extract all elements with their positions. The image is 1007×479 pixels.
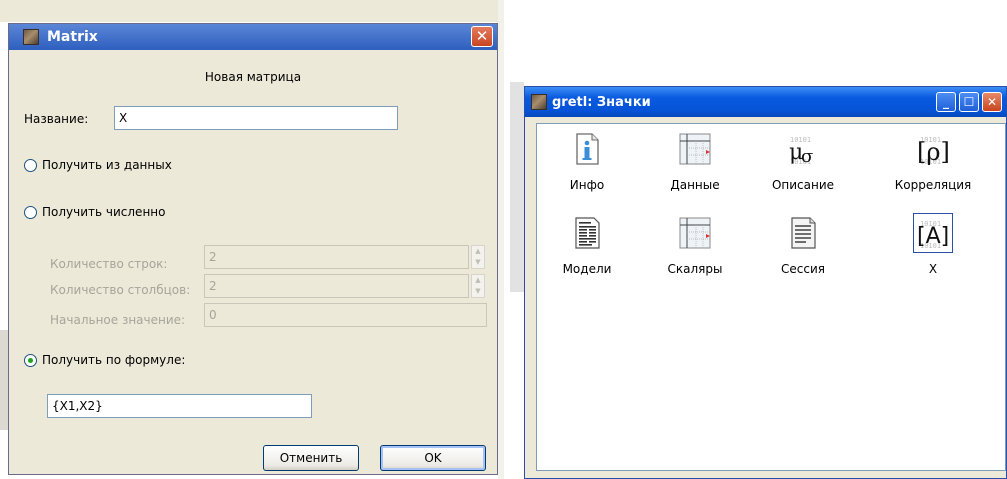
summary-stats-icon: 10101 10101 μ σ — [786, 132, 820, 167]
rows-spinner[interactable]: ▲ ▼ — [471, 245, 485, 269]
scalars-table-icon — [678, 216, 712, 250]
minimize-icon[interactable]: _ — [936, 92, 956, 112]
desktop-bar-top — [0, 0, 500, 22]
init-input[interactable]: 0 — [204, 303, 487, 327]
desktop-edge-left — [0, 330, 8, 430]
cols-spinner[interactable]: ▲ ▼ — [471, 274, 485, 298]
maximize-icon[interactable]: ☐ — [959, 92, 979, 112]
numeric-label[interactable]: Получить численно — [42, 205, 165, 219]
radio-numeric[interactable] — [24, 206, 37, 219]
svg-text:[A]: [A] — [917, 224, 949, 249]
ok-button[interactable]: OK — [380, 445, 486, 471]
icon-item-models[interactable]: Модели — [537, 216, 637, 276]
icon-item-summary[interactable]: 10101 10101 μ σ Описание — [753, 132, 853, 192]
icon-label: Инфо — [569, 178, 605, 192]
formula-label[interactable]: Получить по формуле: — [42, 353, 185, 367]
matrix-title: Matrix — [47, 29, 98, 45]
rows-input[interactable]: 2 — [204, 245, 469, 269]
desktop-edge-mid — [498, 0, 504, 479]
cancel-button[interactable]: Отменить — [263, 445, 359, 471]
icon-item-correlation[interactable]: 10101 10101 [ρ] Корреляция — [883, 132, 983, 192]
desktop-edge-right-window — [510, 82, 524, 292]
correlation-icon: 10101 10101 [ρ] — [916, 132, 950, 166]
gretl-app-icon — [23, 29, 39, 45]
close-icon[interactable]: ✕ — [471, 26, 493, 47]
close-icon[interactable]: ✕ — [982, 92, 1002, 112]
svg-text:σ: σ — [801, 146, 813, 166]
matrix-titlebar[interactable]: Matrix ✕ — [9, 24, 497, 50]
radio-formula[interactable] — [24, 354, 37, 367]
name-input[interactable]: X — [114, 106, 398, 130]
init-label: Начальное значение: — [50, 313, 186, 327]
session-notes-icon — [786, 216, 820, 250]
models-icon — [570, 216, 604, 250]
gretl-icons-window: gretl: Значки _ ☐ ✕ Инфо Данные 10101 10… — [524, 86, 1007, 479]
cols-input[interactable]: 2 — [204, 274, 469, 298]
icon-label: Сессия — [781, 262, 825, 276]
info-icon — [570, 132, 604, 166]
icons-title: gretl: Значки — [552, 95, 651, 110]
matrix-icon: 10101 10101 [A] — [913, 213, 953, 253]
from-data-label[interactable]: Получить из данных — [42, 158, 172, 172]
matrix-dialog: Matrix ✕ Новая матрица Название: X Получ… — [8, 23, 498, 475]
icon-label: Скаляры — [667, 262, 723, 276]
name-label: Название: — [24, 112, 89, 126]
cols-label: Количество столбцов: — [50, 283, 191, 297]
formula-input[interactable]: {X1,X2} — [47, 394, 312, 418]
icon-label: Описание — [771, 178, 835, 192]
icon-label: X — [928, 262, 938, 276]
data-table-icon — [678, 132, 712, 166]
gretl-app-icon — [531, 94, 547, 110]
svg-text:[ρ]: [ρ] — [917, 138, 950, 166]
icon-label: Корреляция — [894, 178, 972, 192]
radio-from-data[interactable] — [24, 159, 37, 172]
icon-item-session[interactable]: Сессия — [753, 216, 853, 276]
icon-view-area[interactable]: Инфо Данные 10101 10101 μ σ Описание 101… — [536, 123, 1006, 471]
icon-item-scalars[interactable]: Скаляры — [645, 216, 745, 276]
icon-item-matrix-x[interactable]: 10101 10101 [A] X — [883, 213, 983, 276]
icon-label: Данные — [670, 178, 720, 192]
icon-item-data[interactable]: Данные — [645, 132, 745, 192]
dialog-heading: Новая матрица — [204, 70, 302, 84]
rows-label: Количество строк: — [50, 257, 168, 271]
icon-item-info[interactable]: Инфо — [537, 132, 637, 192]
icons-titlebar[interactable]: gretl: Значки _ ☐ ✕ — [525, 87, 1006, 117]
icon-label: Модели — [562, 262, 612, 276]
